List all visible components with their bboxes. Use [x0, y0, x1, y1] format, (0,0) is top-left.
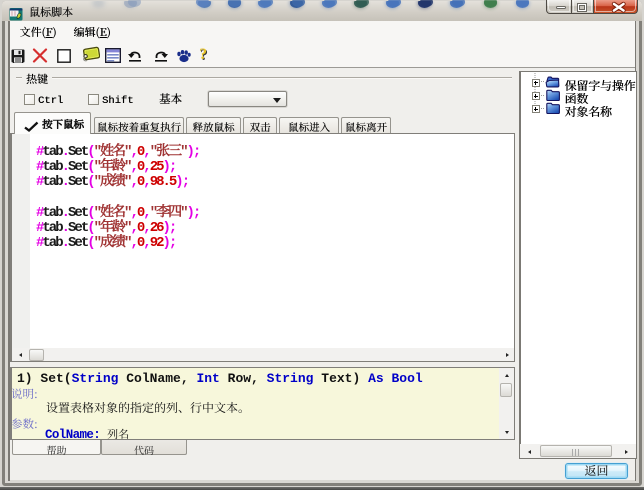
- svg-text:?: ?: [199, 47, 207, 63]
